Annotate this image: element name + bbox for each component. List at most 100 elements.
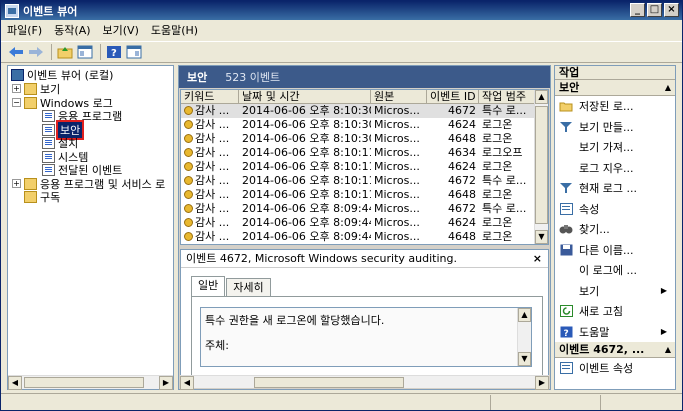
scroll-left-icon[interactable]: ◀ (8, 376, 22, 390)
collapse-up-icon[interactable]: ▲ (665, 342, 671, 358)
column-datetime[interactable]: 날짜 및 시간 (239, 90, 371, 103)
actions-section-event[interactable]: 이벤트 4672, ... ▲ (555, 342, 675, 358)
scroll-right-icon[interactable]: ▶ (159, 376, 173, 390)
cell-task-category-text: 로그온 (482, 118, 513, 131)
cell-source-text: Micros... (374, 202, 420, 215)
tree-node-application[interactable]: 응용 프로그램 (42, 109, 122, 123)
status-bar (1, 393, 682, 410)
table-row[interactable]: 감사 ... 2014-06-06 오후 8:10:11 Micros... 4634… (181, 146, 548, 160)
cell-datetime: 2014-06-06 오후 8:09:44 (239, 216, 371, 230)
cell-keyword-text: 감사 ... (195, 160, 230, 173)
title-bar[interactable]: 이벤트 뷰어 _ □ × (1, 1, 682, 20)
toolbar-separator (100, 44, 101, 60)
collapse-up-icon[interactable]: ▲ (665, 80, 671, 96)
cell-task-category: 로그온 (479, 132, 535, 146)
scroll-down-icon[interactable]: ▼ (535, 230, 548, 244)
close-button[interactable]: × (664, 3, 679, 17)
column-source[interactable]: 원본 (371, 90, 427, 103)
scroll-up-icon[interactable]: ▲ (535, 90, 548, 104)
scroll-down-icon[interactable]: ▼ (518, 352, 531, 366)
table-row[interactable]: 감사 ... 2014-06-06 오후 8:10:30 Micros... 4672… (181, 104, 548, 118)
table-row[interactable]: 감사 ... 2014-06-06 오후 8:10:11 Micros... 4648… (181, 188, 548, 202)
console-tree[interactable]: 이벤트 뷰어 (로컬) + 보기 − Windows 로그 응용 프로그램 보안… (7, 65, 174, 390)
table-row[interactable]: 감사 ... 2014-06-06 오후 8:09:44 Micros... 4648… (181, 230, 548, 244)
tree-node-subscriptions[interactable]: 구독 (24, 190, 60, 204)
tree-node-custom-views[interactable]: + 보기 (12, 82, 60, 96)
cell-keyword: 감사 ... (181, 216, 239, 230)
tree-node-root[interactable]: 이벤트 뷰어 (로컬) (11, 68, 113, 82)
action-item[interactable]: ? 도움말 ▶ (555, 322, 675, 343)
scroll-thumb[interactable] (254, 377, 404, 388)
menu-file[interactable]: 파일(F) (7, 22, 42, 38)
expand-icon[interactable]: + (12, 179, 21, 188)
tree-node-apps-services[interactable]: + 응용 프로그램 및 서비스 로 (12, 177, 165, 191)
action-item[interactable]: 로그 지우... (555, 158, 675, 179)
status-section (601, 395, 679, 410)
description-vertical-scrollbar[interactable]: ▲ ▼ (517, 308, 531, 366)
action-item[interactable]: 다른 이름... (555, 240, 675, 261)
action-item[interactable]: 새로 고침 (555, 301, 675, 322)
tree-horizontal-scrollbar[interactable]: ◀ ▶ (8, 375, 173, 390)
table-row[interactable]: 감사 ... 2014-06-06 오후 8:09:44 Micros... 4624… (181, 216, 548, 230)
help-button[interactable]: ? (105, 43, 123, 61)
column-event-id[interactable]: 이벤트 ID (427, 90, 479, 103)
action-item[interactable]: 보기 가져... (555, 137, 675, 158)
action-item[interactable]: 찾기... (555, 219, 675, 240)
back-button[interactable] (7, 43, 25, 61)
action-item[interactable]: 보기 ▶ (555, 281, 675, 302)
toolbar-separator (51, 44, 52, 60)
event-list[interactable]: 키워드 날짜 및 시간 원본 이벤트 ID 작업 범주 감사 ... 2014-0… (180, 89, 549, 245)
refresh-icon (559, 304, 573, 318)
center-horizontal-scrollbar[interactable]: ◀ ▶ (180, 375, 549, 390)
action-event-properties[interactable]: 이벤트 속성 (555, 358, 675, 379)
action-item[interactable]: 현재 로그 ... (555, 178, 675, 199)
table-row[interactable]: 감사 ... 2014-06-06 오후 8:10:30 Micros... 4624… (181, 118, 548, 132)
cell-event-id: 4648 (427, 188, 479, 202)
action-item[interactable]: 보기 만들... (555, 117, 675, 138)
table-row[interactable]: 감사 ... 2014-06-06 오후 8:09:44 Micros... 4672… (181, 202, 548, 216)
scroll-thumb[interactable] (24, 377, 144, 388)
actions-section-security[interactable]: 보안 ▲ (555, 80, 675, 96)
tab-general[interactable]: 일반 (191, 276, 226, 296)
cell-keyword: 감사 ... (181, 132, 239, 146)
expand-icon[interactable]: + (12, 84, 21, 93)
cell-source-text: Micros... (374, 160, 420, 173)
cell-task-category-text: 로그온 (482, 188, 513, 201)
scroll-right-icon[interactable]: ▶ (535, 376, 549, 390)
action-item[interactable]: 저장된 로... (555, 96, 675, 117)
menu-view[interactable]: 보기(V) (103, 22, 139, 38)
column-keyword[interactable]: 키워드 (181, 90, 239, 103)
column-task-category[interactable]: 작업 범주 (479, 90, 535, 103)
scroll-up-icon[interactable]: ▲ (518, 308, 531, 322)
event-description-box[interactable]: 특수 권한을 새 로그온에 할당했습니다. 주체: ▲ ▼ (200, 307, 532, 367)
event-list-vertical-scrollbar[interactable]: ▲ ▼ (534, 90, 548, 244)
cell-datetime-text: 2014-06-06 오후 8:10:11 (242, 174, 371, 187)
collapse-icon[interactable]: − (12, 98, 21, 107)
table-row[interactable]: 감사 ... 2014-06-06 오후 8:10:11 Micros... 4672… (181, 174, 548, 188)
scroll-thumb[interactable] (535, 106, 548, 224)
minimize-button[interactable]: _ (630, 3, 645, 17)
tree-node-setup[interactable]: 설치 (42, 136, 78, 150)
up-folder-button[interactable] (56, 43, 74, 61)
filter-icon (559, 181, 573, 195)
table-row[interactable]: 감사 ... 2014-06-06 오후 8:10:11 Micros... 4624… (181, 160, 548, 174)
section-title: 보안 (559, 81, 580, 94)
show-hide-action-pane-button[interactable] (125, 43, 143, 61)
scroll-left-icon[interactable]: ◀ (180, 376, 194, 390)
cell-keyword: 감사 ... (181, 118, 239, 132)
menu-help[interactable]: 도움말(H) (151, 22, 198, 38)
show-hide-console-tree-button[interactable] (76, 43, 94, 61)
tree-node-forwarded-events[interactable]: 전달된 이벤트 (42, 163, 122, 177)
cell-task-category: 특수 로... (479, 202, 535, 216)
action-item[interactable]: 속성 (555, 199, 675, 220)
action-item[interactable]: 이 로그에 ... (555, 260, 675, 281)
forward-button[interactable] (27, 43, 45, 61)
close-detail-icon[interactable]: × (533, 250, 542, 268)
log-title: 보안 (187, 71, 208, 84)
menu-action[interactable]: 동작(A) (54, 22, 90, 38)
maximize-button[interactable]: □ (647, 3, 662, 17)
actions-pane: 작업 보안 ▲ 저장된 로... 보기 만들... 보기 가져... 로그 지우...… (554, 65, 676, 390)
table-row[interactable]: 감사 ... 2014-06-06 오후 8:10:30 Micros... 4648… (181, 132, 548, 146)
cell-event-id-text: 4624 (448, 118, 476, 131)
tab-details[interactable]: 자세히 (226, 278, 271, 296)
